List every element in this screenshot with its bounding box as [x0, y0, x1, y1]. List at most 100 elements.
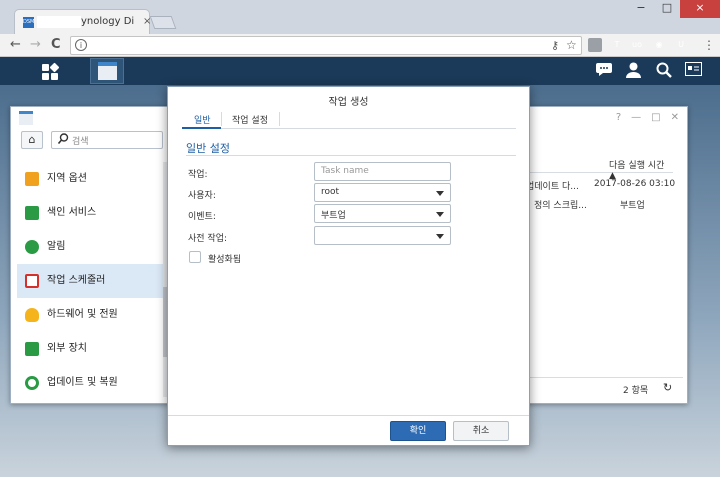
dialog-title: 작업 생성	[328, 97, 369, 108]
refresh-icon[interactable]: ↻	[663, 381, 672, 394]
sidebar-item-label: 색인 서비스	[47, 207, 97, 218]
browser-tabstrip: DSM ynology Di × − □ ×	[0, 0, 720, 34]
sidebar-item-index-service[interactable]: 색인 서비스	[17, 196, 163, 230]
minimize-icon[interactable]: −	[628, 0, 654, 18]
bookmark-star-icon[interactable]: ☆	[566, 38, 577, 52]
maximize-icon[interactable]: □	[654, 0, 680, 18]
control-panel-sidebar: 지역 옵션 색인 서비스 알림 작업 스케줄러 하드웨어 및 전원 외부 장치 …	[17, 162, 163, 400]
ok-button[interactable]: 확인	[390, 421, 446, 441]
section-divider	[186, 155, 516, 156]
chat-icon[interactable]	[596, 62, 612, 81]
table-cell-task-name[interactable]: 업데이트 다...	[526, 179, 579, 192]
sidebar-item-label: 작업 스케줄러	[47, 275, 106, 286]
tab-separator	[221, 112, 222, 126]
lightbulb-icon	[25, 308, 39, 322]
event-select-value: 부트업	[321, 211, 346, 221]
forward-icon[interactable]: →	[30, 37, 41, 52]
user-select-value: root	[321, 187, 340, 197]
sidebar-item-task-scheduler[interactable]: 작업 스케줄러	[17, 264, 163, 298]
table-cell-next-run[interactable]: 2017-08-26 03:10	[594, 179, 675, 189]
control-panel-title-icon	[19, 111, 33, 125]
sidebar-item-notification[interactable]: 알림	[17, 230, 163, 264]
key-icon[interactable]: ⚷	[551, 39, 559, 52]
sidebar-item-external-devices[interactable]: 외부 장치	[17, 332, 163, 366]
task-table-footer: 2 항목 ↻	[523, 377, 683, 399]
sidebar-item-label: 업데이트 및 복원	[47, 377, 118, 388]
home-icon: ⌂	[28, 133, 36, 146]
speech-bubble-icon	[25, 240, 39, 254]
back-icon[interactable]: ←	[10, 37, 21, 52]
window-controls: − □ ×	[628, 0, 720, 18]
ext-t-icon[interactable]: T	[610, 38, 624, 52]
reload-icon[interactable]: C	[51, 37, 61, 52]
user-icon[interactable]	[626, 62, 641, 82]
widgets-icon[interactable]	[685, 62, 702, 80]
search-icon	[57, 133, 69, 147]
dialog-tabs: 일반 작업 설정	[182, 109, 516, 129]
dsm-favicon-icon: DSM	[23, 17, 34, 28]
item-count: 2 항목	[623, 386, 649, 396]
upload-arrow-icon	[25, 342, 39, 356]
search-placeholder: 검색	[72, 137, 89, 147]
table-cell-task-name[interactable]: 정의 스크립...	[534, 198, 587, 211]
home-button[interactable]: ⌂	[21, 131, 43, 149]
tab-general[interactable]: 일반	[194, 113, 211, 126]
redacted-title-mask	[37, 16, 81, 28]
minimize-icon[interactable]: —	[631, 112, 641, 123]
create-task-dialog: 작업 생성 일반 작업 설정 일반 설정 작업: Task name 사용자: …	[167, 86, 530, 446]
task-name-placeholder: Task name	[321, 166, 369, 176]
sidebar-item-hardware-power[interactable]: 하드웨어 및 전원	[17, 298, 163, 332]
enabled-checkbox-label[interactable]: 활성화됨	[208, 252, 241, 265]
ext-ublock-icon[interactable]: uo	[630, 38, 644, 52]
enabled-checkbox[interactable]	[189, 251, 201, 263]
control-panel-taskbar-button[interactable]	[90, 58, 124, 84]
event-label: 이벤트:	[188, 212, 216, 222]
chevron-down-icon	[436, 191, 444, 196]
user-label: 사용자:	[188, 191, 216, 201]
sidebar-item-update-restore[interactable]: 업데이트 및 복원	[17, 366, 163, 400]
sidebar-item-label: 알림	[47, 241, 66, 252]
task-name-label: 작업:	[188, 170, 208, 180]
pre-task-select[interactable]	[314, 226, 451, 245]
dialog-footer-divider	[168, 415, 529, 416]
active-tab-indicator	[182, 127, 221, 129]
map-icon	[25, 172, 39, 186]
close-window-icon[interactable]: ×	[680, 0, 720, 18]
task-table-header: 다음 실행 시간 ▲	[523, 155, 673, 181]
browser-menu-icon[interactable]: ⋮	[703, 38, 715, 52]
ext-u-icon[interactable]: U	[674, 38, 688, 52]
tab-task-settings[interactable]: 작업 설정	[232, 113, 268, 126]
search-icon[interactable]	[656, 62, 672, 82]
next-run-time-column-header[interactable]: 다음 실행 시간 ▲	[609, 158, 673, 181]
browser-tab[interactable]: DSM ynology Di ×	[14, 9, 151, 34]
general-settings-heading: 일반 설정	[186, 142, 230, 155]
dsm-taskbar	[0, 57, 720, 85]
control-panel-search-input[interactable]: 검색	[51, 131, 163, 149]
chevron-down-icon	[436, 212, 444, 217]
ext-chrome-icon[interactable]: ◉	[652, 38, 666, 52]
refresh-arrows-icon	[25, 376, 39, 390]
magnifier-icon	[25, 206, 39, 220]
close-icon[interactable]: ✕	[671, 112, 679, 123]
sidebar-item-label: 지역 옵션	[47, 173, 87, 184]
user-select[interactable]: root	[314, 183, 451, 202]
address-bar[interactable]: i ⚷ ☆	[70, 36, 582, 55]
ext-badge-icon[interactable]	[588, 38, 602, 52]
task-name-input[interactable]: Task name	[314, 162, 451, 181]
control-panel-window-controls: ? — □ ✕	[616, 112, 679, 123]
sidebar-item-label: 외부 장치	[47, 343, 87, 354]
cancel-button[interactable]: 취소	[453, 421, 509, 441]
site-info-icon[interactable]: i	[75, 39, 87, 51]
new-tab-button[interactable]	[149, 16, 177, 29]
tab-separator	[279, 112, 280, 126]
chevron-down-icon	[436, 234, 444, 239]
event-select[interactable]: 부트업	[314, 204, 451, 223]
tab-title: ynology Di	[81, 16, 135, 27]
main-menu-icon[interactable]	[42, 62, 60, 80]
table-cell-next-run[interactable]: 부트업	[620, 198, 645, 211]
help-icon[interactable]: ?	[616, 112, 621, 123]
calendar-check-icon	[25, 274, 39, 288]
maximize-icon[interactable]: □	[651, 112, 660, 123]
sidebar-item-label: 하드웨어 및 전원	[47, 309, 118, 320]
sidebar-item-region-options[interactable]: 지역 옵션	[17, 162, 163, 196]
